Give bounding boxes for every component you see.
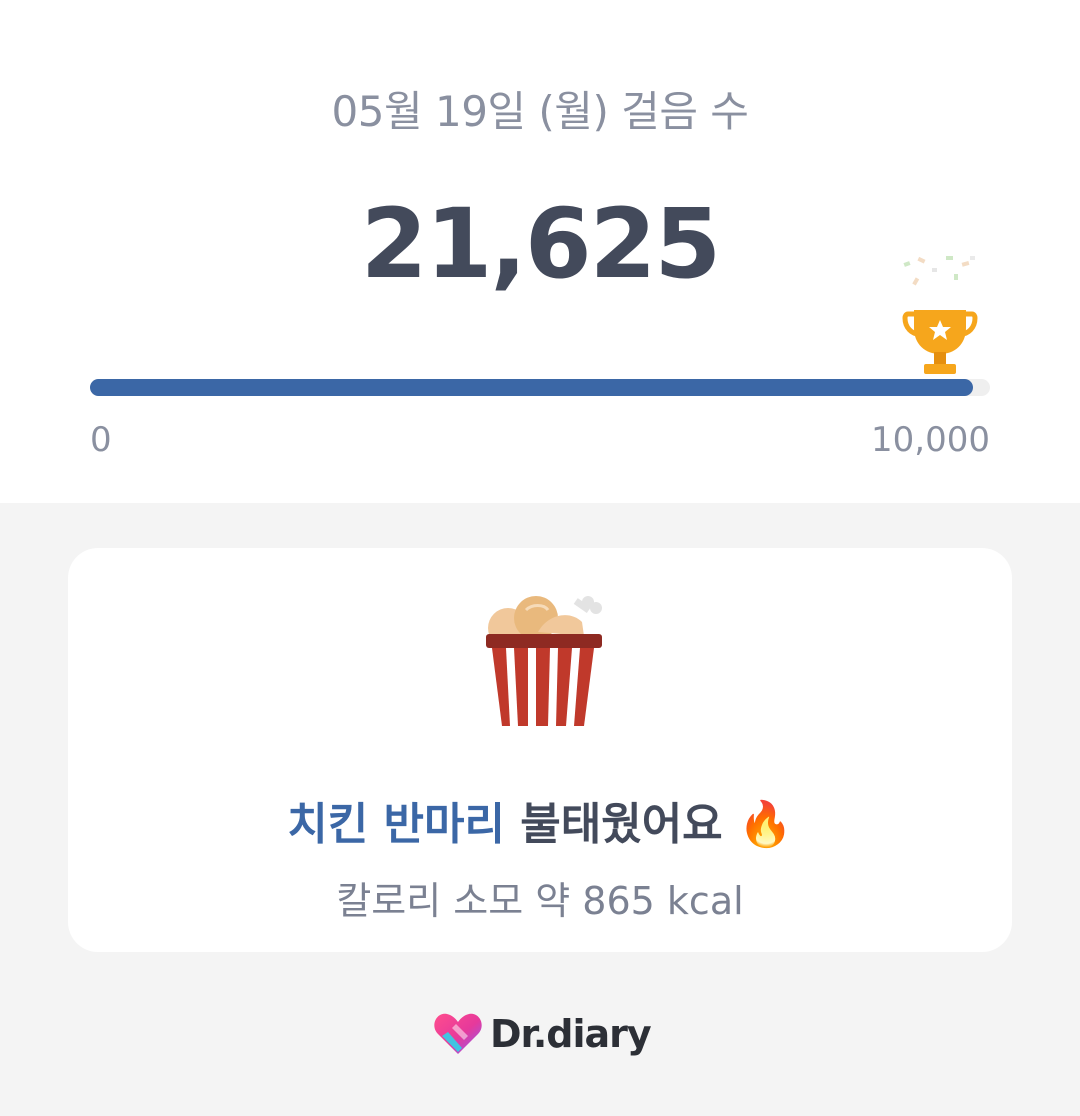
trophy-icon bbox=[902, 256, 978, 374]
scale-max-label: 10,000 bbox=[871, 420, 990, 460]
scale-min-label: 0 bbox=[90, 420, 112, 460]
fire-icon: 🔥 bbox=[737, 799, 793, 850]
steps-summary: 05월 19일 (월) 걸음 수 21,625 0 10,000 bbox=[0, 0, 1080, 503]
heart-logo-icon bbox=[434, 1013, 482, 1054]
progress-track bbox=[90, 379, 990, 396]
chicken-bucket-icon bbox=[486, 596, 602, 726]
headline-rest: 불태웠어요 bbox=[504, 799, 723, 850]
date-title: 05월 19일 (월) 걸음 수 bbox=[331, 87, 749, 136]
brand: Dr.diary bbox=[432, 1008, 652, 1060]
burn-headline: 치킨 반마리 불태웠어요 🔥 bbox=[68, 788, 1012, 852]
calorie-card: 치킨 반마리 불태웠어요 🔥 칼로리 소모 약 865 kcal bbox=[68, 548, 1012, 952]
progress-fill bbox=[90, 379, 973, 396]
food-equivalent: 치킨 반마리 bbox=[287, 799, 505, 850]
calorie-text: 칼로리 소모 약 865 kcal bbox=[336, 879, 744, 923]
brand-name: Dr.diary bbox=[490, 1012, 652, 1056]
